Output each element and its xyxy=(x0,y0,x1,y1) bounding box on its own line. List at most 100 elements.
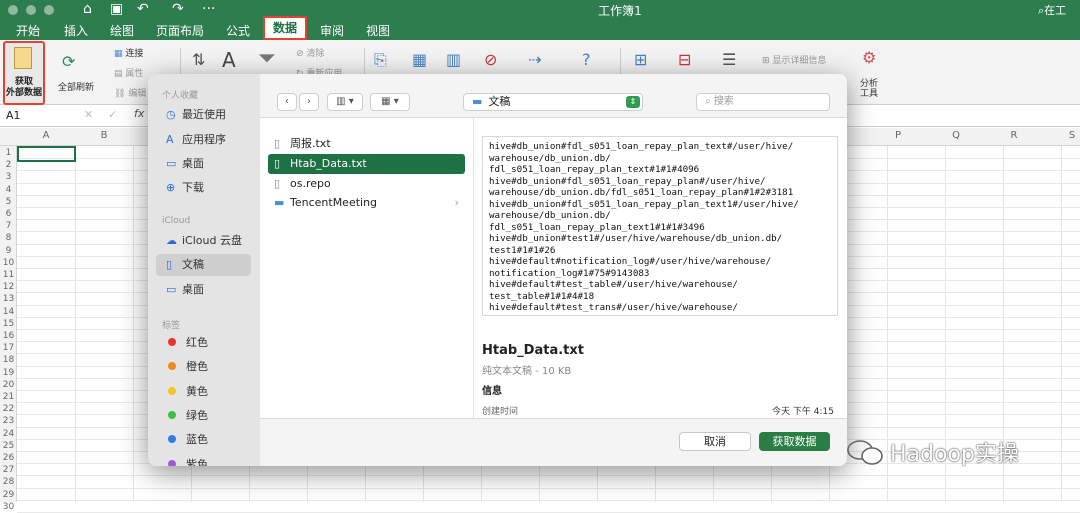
row-header[interactable]: 10 xyxy=(0,258,17,268)
row-header[interactable]: 15 xyxy=(0,319,17,329)
group-icon[interactable]: ⊞ xyxy=(634,50,647,69)
show-detail-button[interactable]: ⊞ 显示详细信息 xyxy=(762,53,826,66)
get-external-data-button[interactable]: 获取 外部数据 xyxy=(3,41,45,105)
column-header[interactable]: P xyxy=(868,130,928,141)
undo-icon[interactable]: ↶ xyxy=(137,1,149,17)
row-header[interactable]: 3 xyxy=(0,172,17,182)
row-header[interactable]: 2 xyxy=(0,160,17,170)
tab-home[interactable]: 开始 xyxy=(16,22,40,39)
sidebar-item-desktop[interactable]: ▭ 桌面 xyxy=(156,153,251,175)
tag-purple[interactable]: 紫色 xyxy=(156,454,251,466)
remove-duplicates-icon[interactable]: ▥ xyxy=(446,50,461,69)
row-header[interactable]: 25 xyxy=(0,441,17,451)
more-icon[interactable]: ··· xyxy=(202,1,215,17)
text-to-columns-icon[interactable]: ⎘ xyxy=(374,50,387,70)
tab-review[interactable]: 审阅 xyxy=(320,22,344,39)
tag-green[interactable]: 绿色 xyxy=(156,405,251,427)
row-header[interactable]: 27 xyxy=(0,465,17,475)
what-if-icon[interactable]: ? xyxy=(582,50,591,69)
tab-formulas[interactable]: 公式 xyxy=(226,22,250,39)
column-header[interactable]: B xyxy=(74,130,134,141)
function-icon[interactable]: fx xyxy=(134,107,144,120)
view-mode-button[interactable]: ▥ ▾ xyxy=(327,93,363,111)
row-header[interactable]: 18 xyxy=(0,355,17,365)
ungroup-icon[interactable]: ⊟ xyxy=(678,50,691,69)
sidebar-item-recent[interactable]: ◷ 最近使用 xyxy=(156,104,251,126)
location-selector[interactable]: ▬ 文稿 ⇕ xyxy=(463,93,643,111)
sidebar-item-documents[interactable]: ▯ 文稿 xyxy=(156,254,251,276)
tab-insert[interactable]: 插入 xyxy=(64,22,88,39)
folder-item[interactable]: ▬ TencentMeeting › xyxy=(268,193,465,213)
group-by-button[interactable]: ▦ ▾ xyxy=(370,93,410,111)
tab-data[interactable]: 数据 xyxy=(263,16,308,40)
file-item[interactable]: ▯ 周报.txt xyxy=(268,134,465,154)
row-header[interactable]: 8 xyxy=(0,233,17,243)
tag-blue[interactable]: 蓝色 xyxy=(156,429,251,451)
row-header[interactable]: 12 xyxy=(0,282,17,292)
consolidate-icon[interactable]: ⇢ xyxy=(528,50,541,69)
search-input[interactable]: ⌕ 搜索 xyxy=(696,93,830,111)
row-header[interactable]: 16 xyxy=(0,331,17,341)
row-header[interactable]: 13 xyxy=(0,294,17,304)
column-header[interactable]: S xyxy=(1042,130,1080,141)
clear-button[interactable]: ⊘ 清除 xyxy=(296,46,324,59)
tag-orange[interactable]: 橙色 xyxy=(156,356,251,378)
file-item[interactable]: ▯ os.repo xyxy=(268,174,465,194)
row-header[interactable]: 11 xyxy=(0,270,17,280)
sidebar-item-applications[interactable]: A 应用程序 xyxy=(156,129,251,151)
properties-button[interactable]: ▤ 属性 xyxy=(114,66,143,79)
sidebar-item-icloud-drive[interactable]: ☁ iCloud 云盘 xyxy=(156,230,251,252)
refresh-all-button[interactable]: 全部刷新 xyxy=(58,80,94,93)
sort-az-icon[interactable]: ⇅ xyxy=(192,50,205,69)
home-icon[interactable]: ⌂ xyxy=(83,1,92,17)
row-header[interactable]: 1 xyxy=(0,148,17,158)
tab-page-layout[interactable]: 页面布局 xyxy=(156,22,204,39)
search-sheet-field[interactable]: ⌕在工 xyxy=(1038,2,1066,18)
row-header[interactable]: 28 xyxy=(0,477,17,487)
row-header[interactable]: 29 xyxy=(0,490,17,500)
get-data-button[interactable]: 获取数据 xyxy=(759,432,830,451)
row-header[interactable]: 24 xyxy=(0,429,17,439)
row-header[interactable]: 17 xyxy=(0,343,17,353)
confirm-icon[interactable]: ✓ xyxy=(108,108,117,121)
row-header[interactable]: 19 xyxy=(0,368,17,378)
row-header[interactable]: 20 xyxy=(0,380,17,390)
row-header[interactable]: 5 xyxy=(0,197,17,207)
sort-icon[interactable]: A xyxy=(222,48,236,72)
column-header[interactable]: Q xyxy=(926,130,986,141)
row-header[interactable]: 26 xyxy=(0,453,17,463)
cancel-button[interactable]: 取消 xyxy=(679,432,751,451)
column-header[interactable]: A xyxy=(16,130,76,141)
zoom-window-button[interactable] xyxy=(44,5,54,15)
redo-icon[interactable]: ↷ xyxy=(172,1,184,17)
forward-button[interactable]: › xyxy=(299,93,319,111)
file-item[interactable]: ▯ Htab_Data.txt xyxy=(268,154,465,174)
row-header[interactable]: 22 xyxy=(0,404,17,414)
row-header[interactable]: 7 xyxy=(0,221,17,231)
row-header[interactable]: 14 xyxy=(0,307,17,317)
save-icon[interactable]: ▣ xyxy=(110,1,123,17)
tag-yellow[interactable]: 黄色 xyxy=(156,381,251,403)
filter-icon[interactable]: ⏷ xyxy=(258,46,276,71)
data-validation-icon[interactable]: ⊘ xyxy=(484,50,497,69)
analysis-tools-button[interactable]: 分析 工具 xyxy=(860,79,878,99)
sidebar-item-downloads[interactable]: ⊕ 下载 xyxy=(156,177,251,199)
cancel-icon[interactable]: ✕ xyxy=(84,108,93,121)
row-header[interactable]: 23 xyxy=(0,416,17,426)
back-button[interactable]: ‹ xyxy=(277,93,297,111)
subtotal-icon[interactable]: ☰ xyxy=(722,50,736,69)
close-window-button[interactable] xyxy=(8,5,18,15)
tag-red[interactable]: 红色 xyxy=(156,332,251,354)
column-header[interactable]: R xyxy=(984,130,1044,141)
row-header[interactable]: 4 xyxy=(0,185,17,195)
edit-links-button[interactable]: ⛓ 编辑 xyxy=(114,86,146,99)
minimize-window-button[interactable] xyxy=(26,5,36,15)
row-header[interactable]: 21 xyxy=(0,392,17,402)
flash-fill-icon[interactable]: ▦ xyxy=(412,50,427,69)
name-box[interactable]: A1 xyxy=(6,109,21,122)
row-header[interactable]: 30 xyxy=(0,502,17,512)
tab-view[interactable]: 视图 xyxy=(366,22,390,39)
row-header[interactable]: 9 xyxy=(0,246,17,256)
tab-draw[interactable]: 绘图 xyxy=(110,22,134,39)
connections-button[interactable]: ▦ 连接 xyxy=(114,46,143,59)
